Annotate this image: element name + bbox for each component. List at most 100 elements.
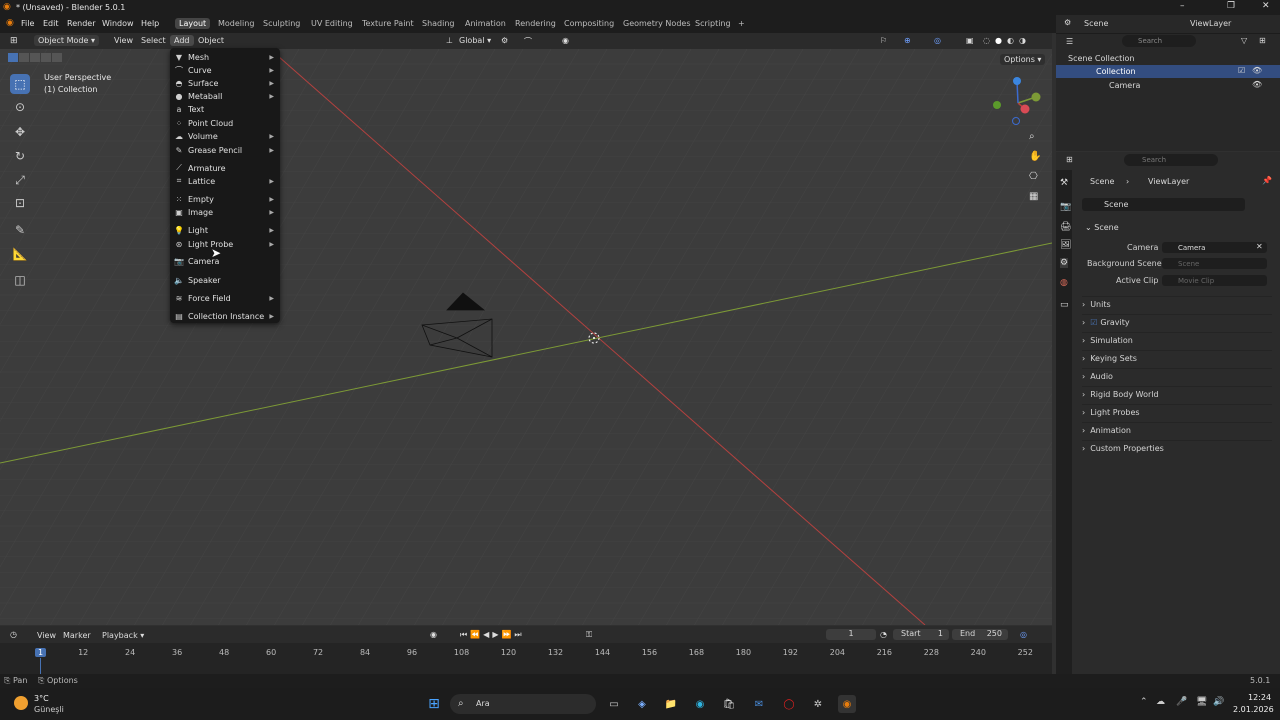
select-box-tool-icon[interactable]: ⬚: [10, 74, 30, 94]
timeline-menu-view[interactable]: View: [37, 631, 56, 640]
filter-icon[interactable]: ▽: [1241, 36, 1247, 45]
view-layer-selector[interactable]: ViewLayer: [1190, 19, 1231, 28]
add-menu-item-curve[interactable]: ⌒ Curve ▶: [174, 64, 278, 76]
display-mode-icon[interactable]: ☰: [1066, 37, 1073, 46]
menu-window[interactable]: Window: [102, 19, 134, 28]
collection-tab-icon[interactable]: ▭: [1060, 300, 1069, 310]
menu-object[interactable]: Object: [198, 36, 224, 45]
navigation-gizmo[interactable]: [990, 75, 1046, 131]
timeline-overlay-icon[interactable]: ◎: [1020, 630, 1027, 639]
workspace-tab-layout[interactable]: Layout: [175, 18, 211, 29]
preview-range-icon[interactable]: ◔: [880, 630, 887, 639]
workspace-tab-compositing[interactable]: Compositing: [560, 18, 618, 29]
outlook-icon[interactable]: ✉: [750, 695, 768, 713]
scene-datablock-field[interactable]: Scene: [1082, 198, 1245, 211]
task-view-icon[interactable]: ▭: [605, 695, 623, 713]
active-clip-field[interactable]: Movie Clip: [1162, 275, 1267, 286]
menu-select[interactable]: Select: [141, 36, 166, 45]
proportional-edit-icon[interactable]: ◉: [562, 36, 569, 45]
add-menu-item-collection-instance[interactable]: ▤ Collection Instance ▶: [174, 310, 278, 322]
editor-type-icon[interactable]: ⊞: [10, 36, 18, 46]
scale-tool-icon[interactable]: ⤢: [10, 170, 30, 190]
menu-file[interactable]: File: [21, 19, 34, 28]
select-mode-intersect-icon[interactable]: [52, 53, 62, 62]
pan-hand-icon[interactable]: ✋: [1029, 151, 1041, 162]
section-custom-properties[interactable]: › Custom Properties: [1082, 440, 1272, 455]
menu-view[interactable]: View: [114, 36, 133, 45]
menu-help[interactable]: Help: [141, 19, 159, 28]
add-menu-item-image[interactable]: ▣ Image ▶: [174, 206, 278, 218]
measure-tool-icon[interactable]: 📐: [10, 244, 30, 264]
section-light-probes[interactable]: › Light Probes: [1082, 404, 1272, 419]
volume-icon[interactable]: 🔊: [1213, 697, 1224, 707]
workspace-tab-sculpting[interactable]: Sculpting: [259, 18, 304, 29]
visibility-eye-icon[interactable]: 👁: [1252, 66, 1262, 75]
microphone-icon[interactable]: 🎤: [1176, 697, 1187, 707]
timeline-menu-marker[interactable]: Marker: [63, 631, 91, 640]
move-tool-icon[interactable]: ✥: [10, 122, 30, 142]
tray-app-icon[interactable]: ☁: [1156, 697, 1165, 707]
add-menu-item-text[interactable]: a Text: [174, 103, 278, 115]
world-tab-icon[interactable]: ◍: [1060, 278, 1068, 288]
add-menu-item-mesh[interactable]: ▼ Mesh ▶: [174, 51, 278, 63]
clock-time[interactable]: 12:24: [1248, 693, 1271, 702]
pivot-point-icon[interactable]: ⚙: [501, 36, 508, 45]
workspace-tab-rendering[interactable]: Rendering: [511, 18, 560, 29]
new-collection-icon[interactable]: ⊞: [1259, 36, 1266, 45]
render-tab-icon[interactable]: 📷: [1060, 202, 1071, 212]
menu-edit[interactable]: Edit: [43, 19, 59, 28]
gravity-checkbox[interactable]: ☑: [1090, 318, 1097, 327]
timeline-menu-playback[interactable]: Playback ▾: [102, 631, 144, 640]
camera-property-field[interactable]: Camera: [1162, 242, 1267, 253]
visibility-icon[interactable]: ⚐: [880, 36, 887, 45]
edge-browser-icon[interactable]: ◉: [691, 695, 709, 713]
weather-desc[interactable]: Güneşli: [34, 705, 64, 714]
breadcrumb-scene[interactable]: Scene: [1090, 177, 1114, 186]
auto-keying-icon[interactable]: ◉: [430, 630, 437, 639]
cursor-tool-icon[interactable]: ⊙: [10, 97, 30, 117]
properties-search-input[interactable]: Search: [1124, 154, 1218, 166]
section-rigid-body-world[interactable]: › Rigid Body World: [1082, 386, 1272, 401]
pin-icon[interactable]: 📌: [1262, 176, 1272, 185]
minimize-button[interactable]: –: [1180, 1, 1185, 11]
add-menu-item-grease-pencil[interactable]: ✎ Grease Pencil ▶: [174, 144, 278, 156]
add-menu-item-empty[interactable]: ⁙ Empty ▶: [174, 193, 278, 205]
scene-tab-icon[interactable]: ⚙: [1060, 258, 1069, 268]
menu-add[interactable]: Add: [170, 35, 194, 46]
mode-selector[interactable]: Object Mode ▾: [34, 35, 99, 46]
add-menu-item-lattice[interactable]: ⌗ Lattice ▶: [174, 175, 278, 187]
taskbar-search-box[interactable]: ⌕ Ara: [450, 694, 596, 714]
select-mode-invert-icon[interactable]: [41, 53, 51, 62]
maximize-button[interactable]: ❐: [1227, 1, 1235, 11]
add-cube-tool-icon[interactable]: ◫: [10, 270, 30, 290]
keying-icon[interactable]: ⚿: [586, 630, 592, 640]
add-menu-item-camera[interactable]: 📷 Camera: [174, 255, 278, 267]
scene-panel-header[interactable]: ⌄ Scene: [1085, 223, 1119, 232]
shading-solid-icon[interactable]: ●: [995, 36, 1002, 45]
background-scene-field[interactable]: Scene: [1162, 258, 1267, 269]
breadcrumb-view-layer[interactable]: ViewLayer: [1148, 177, 1189, 186]
add-menu-item-metaball[interactable]: ● Metaball ▶: [174, 90, 278, 102]
copilot-icon[interactable]: ◈: [633, 695, 651, 713]
collection-checkbox-icon[interactable]: ☑: [1238, 66, 1245, 75]
select-mode-new-icon[interactable]: [8, 53, 18, 62]
workspace-tab-animation[interactable]: Animation: [461, 18, 510, 29]
view-layer-tab-icon[interactable]: 🖼: [1060, 240, 1071, 250]
workspace-tab-texture-paint[interactable]: Texture Paint: [358, 18, 418, 29]
section-gravity[interactable]: › ☑ Gravity: [1082, 314, 1272, 329]
weather-sun-icon[interactable]: [14, 696, 28, 710]
section-units[interactable]: › Units: [1082, 296, 1272, 311]
add-menu-item-surface[interactable]: ◓ Surface ▶: [174, 77, 278, 89]
outliner-row-camera[interactable]: Camera: [1109, 81, 1140, 90]
workspace-tab-scripting[interactable]: Scripting: [691, 18, 735, 29]
workspace-tab-shading[interactable]: Shading: [418, 18, 459, 29]
opera-browser-icon[interactable]: ◯: [780, 695, 798, 713]
clear-camera-icon[interactable]: ✕: [1256, 242, 1263, 251]
perspective-toggle-icon[interactable]: ▦: [1029, 191, 1038, 202]
zoom-icon[interactable]: ⌕: [1029, 131, 1035, 142]
chatgpt-icon[interactable]: ✲: [809, 695, 827, 713]
outliner-row-scene-collection[interactable]: Scene Collection: [1068, 54, 1135, 63]
properties-editor-type-icon[interactable]: ⊞: [1066, 155, 1073, 164]
annotate-tool-icon[interactable]: ✎: [10, 220, 30, 240]
network-icon[interactable]: 🖥: [1196, 697, 1207, 707]
